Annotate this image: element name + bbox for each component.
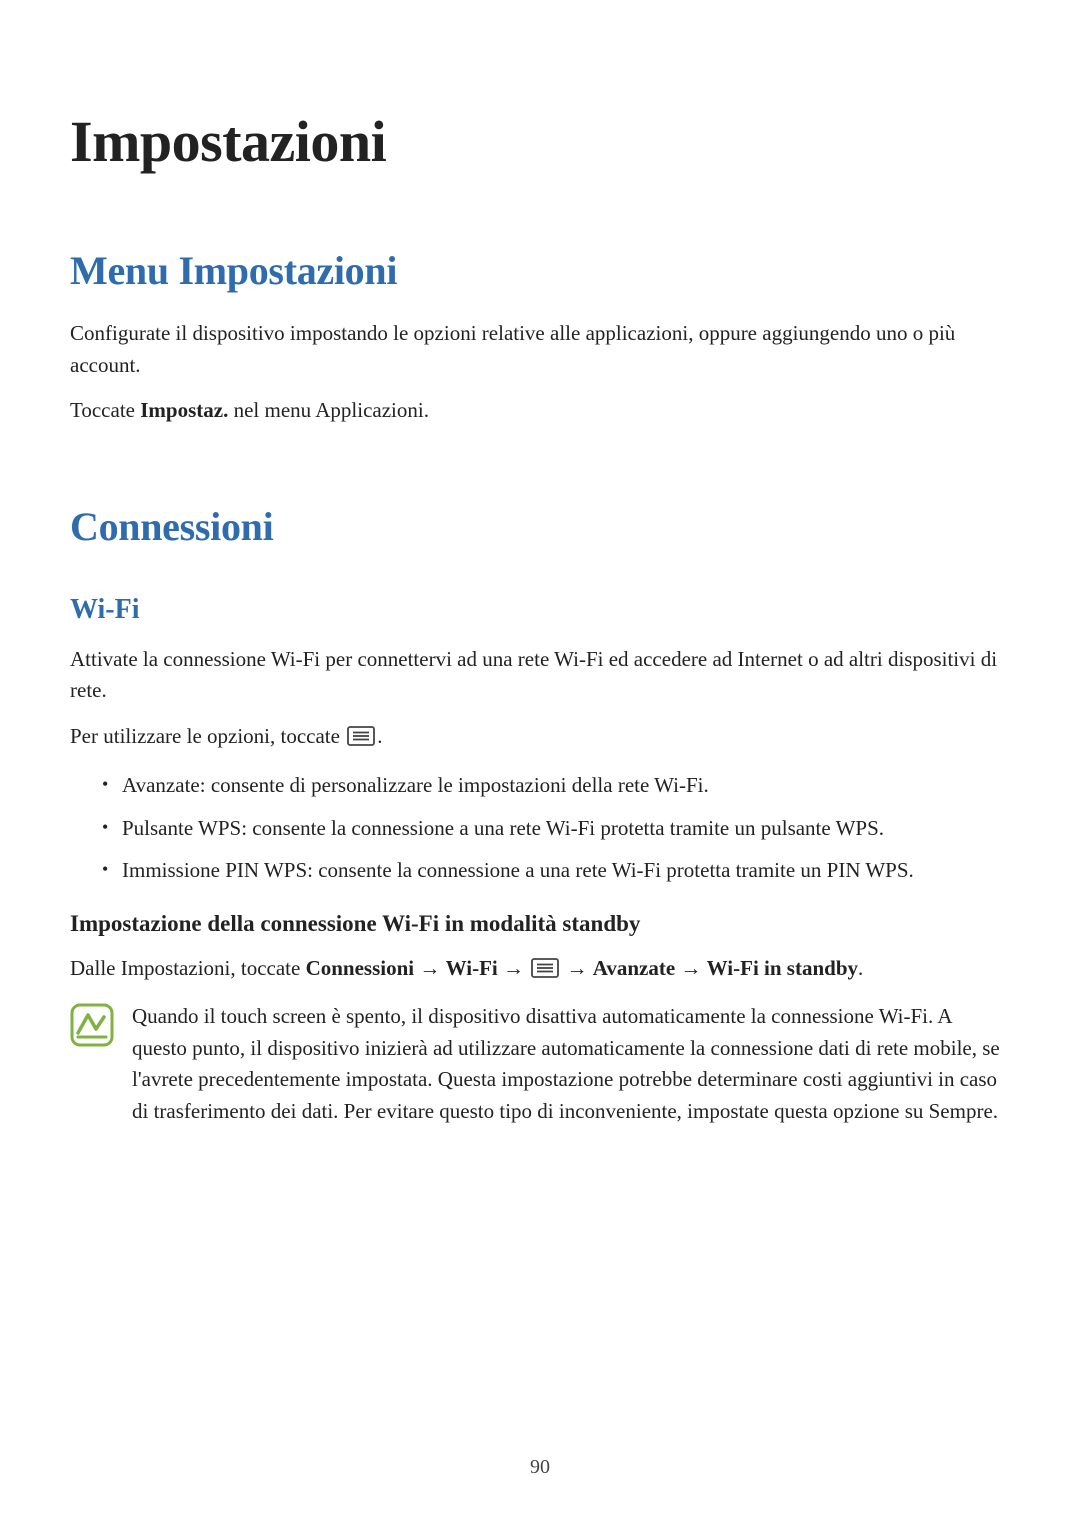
chapter-title: Impostazioni <box>70 108 1010 175</box>
path-b4: Wi-Fi in standby <box>707 956 858 980</box>
arrow-2: → <box>498 956 530 980</box>
standby-path: Dalle Impostazioni, toccate Connessioni … <box>70 953 1010 988</box>
path-suffix: . <box>858 956 863 980</box>
list-item: Pulsante WPS: consente la connessione a … <box>102 812 1010 845</box>
menu-paragraph-2: Toccate Impostaz. nel menu Applicazioni. <box>70 395 1010 427</box>
list-item: Immissione PIN WPS: consente la connessi… <box>102 854 1010 887</box>
menu-icon <box>347 724 375 756</box>
page-number: 90 <box>0 1456 1080 1479</box>
arrow-1: → <box>414 956 446 980</box>
bullet-text: : consente la connessione a una rete Wi-… <box>241 816 884 840</box>
wifi-p2-suffix: . <box>377 724 382 748</box>
path-prefix: Dalle Impostazioni, toccate <box>70 956 306 980</box>
wifi-paragraph-1: Attivate la connessione Wi-Fi per connet… <box>70 644 1010 707</box>
menu-p2-prefix: Toccate <box>70 398 140 422</box>
path-b2: Wi-Fi <box>446 956 498 980</box>
note-icon <box>70 1003 114 1052</box>
standby-heading: Impostazione della connessione Wi-Fi in … <box>70 911 1010 937</box>
arrow-3: → <box>561 956 593 980</box>
note-prefix: Quando il touch screen è spento, il disp… <box>132 1004 1000 1123</box>
note-text: Quando il touch screen è spento, il disp… <box>132 1001 1010 1127</box>
list-item: Avanzate: consente di personalizzare le … <box>102 769 1010 802</box>
menu-p2-bold: Impostaz. <box>140 398 228 422</box>
path-b3: Avanzate <box>593 956 675 980</box>
arrow-4: → <box>675 956 707 980</box>
bullet-bold: Avanzate <box>122 773 200 797</box>
bullet-text: : consente la connessione a una rete Wi-… <box>307 858 914 882</box>
wifi-options-list: Avanzate: consente di personalizzare le … <box>70 769 1010 887</box>
menu-p2-suffix: nel menu Applicazioni. <box>228 398 429 422</box>
bullet-text: : consente di personalizzare le impostaz… <box>200 773 709 797</box>
note-suffix: . <box>993 1099 998 1123</box>
wifi-p2-prefix: Per utilizzare le opzioni, toccate <box>70 724 345 748</box>
menu-paragraph-1: Configurate il dispositivo impostando le… <box>70 318 1010 381</box>
menu-icon <box>531 956 559 988</box>
page-content: Impostazioni Menu Impostazioni Configura… <box>0 0 1080 1127</box>
subsection-title-wifi: Wi-Fi <box>70 594 1010 626</box>
note-block: Quando il touch screen è spento, il disp… <box>70 1001 1010 1127</box>
wifi-paragraph-2: Per utilizzare le opzioni, toccate . <box>70 721 1010 756</box>
section-title-menu: Menu Impostazioni <box>70 247 1010 294</box>
note-bold: Sempre <box>929 1099 993 1123</box>
bullet-bold: Pulsante WPS <box>122 816 241 840</box>
path-b1: Connessioni <box>306 956 415 980</box>
bullet-bold: Immissione PIN WPS <box>122 858 307 882</box>
section-title-connections: Connessioni <box>70 503 1010 550</box>
